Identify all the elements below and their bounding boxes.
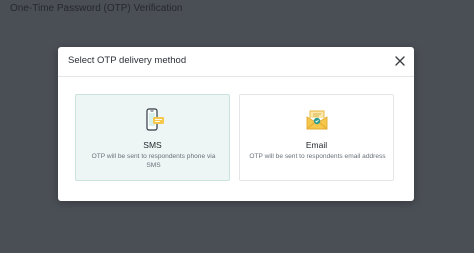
sms-option-description: OTP will be sent to respondents phone vi… bbox=[91, 153, 216, 169]
email-option-label: Email bbox=[305, 140, 328, 150]
otp-method-dialog: Select OTP delivery method SMS OTP will … bbox=[58, 47, 414, 201]
envelope-icon bbox=[305, 108, 329, 132]
email-option-description: OTP will be sent to respondents email ad… bbox=[249, 153, 386, 160]
close-button[interactable] bbox=[393, 54, 407, 68]
dialog-header: Select OTP delivery method bbox=[58, 47, 414, 77]
sms-option-label: SMS bbox=[143, 140, 162, 150]
dialog-title: Select OTP delivery method bbox=[68, 55, 187, 66]
page-title: One-Time Password (OTP) Verification bbox=[10, 3, 183, 14]
mobile-phone-icon bbox=[141, 108, 165, 132]
sms-option-card[interactable]: SMS OTP will be sent to respondents phon… bbox=[75, 94, 230, 181]
close-icon bbox=[395, 56, 405, 66]
email-option-card[interactable]: Email OTP will be sent to respondents em… bbox=[239, 94, 394, 181]
